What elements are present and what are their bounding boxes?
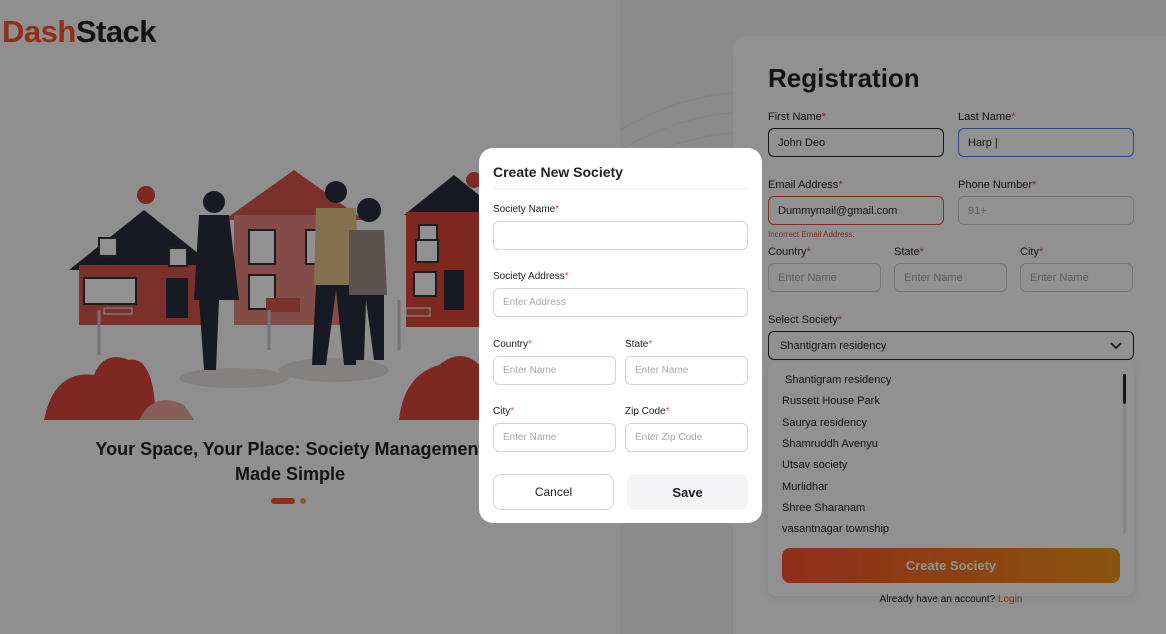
- save-button[interactable]: Save: [627, 474, 748, 510]
- zip-code-label: Zip Code*: [625, 406, 670, 417]
- modal-title: Create New Society: [493, 164, 623, 180]
- zip-code-input[interactable]: Enter Zip Code: [625, 423, 748, 452]
- modal-country-input[interactable]: Enter Name: [493, 356, 616, 385]
- modal-state-input[interactable]: Enter Name: [625, 356, 748, 385]
- modal-state-label: State*: [625, 339, 653, 350]
- modal-city-input[interactable]: Enter Name: [493, 423, 616, 452]
- society-name-input[interactable]: [493, 221, 748, 250]
- cancel-button[interactable]: Cancel: [493, 474, 614, 510]
- society-address-label: Society Address*: [493, 271, 569, 282]
- society-name-label: Society Name*: [493, 204, 560, 215]
- modal-country-label: Country*: [493, 339, 532, 350]
- modal-city-label: City*: [493, 406, 515, 417]
- modal-divider: [493, 188, 748, 189]
- create-society-modal: Create New Society Society Name* Society…: [479, 148, 762, 523]
- society-address-input[interactable]: Enter Address: [493, 288, 748, 317]
